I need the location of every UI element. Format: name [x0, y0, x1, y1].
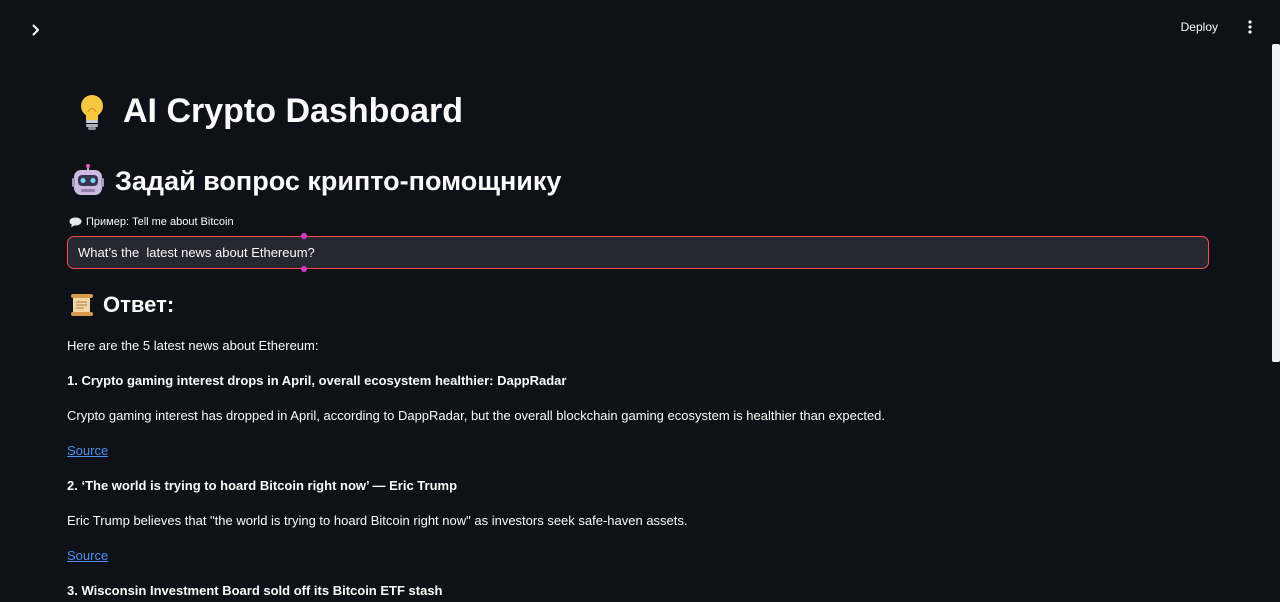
app: Deploy AI Crypto Dashboard Задай вопрос … — [0, 0, 1280, 602]
subtitle-text: Задай вопрос крипто-помощнику — [115, 165, 562, 196]
news-item-summary: Crypto gaming interest has dropped in Ap… — [67, 408, 886, 423]
page-title: AI Crypto Dashboard — [75, 92, 463, 131]
chevron-right-icon — [32, 24, 39, 36]
answer-intro: Here are the 5 latest news about Ethereu… — [67, 338, 319, 353]
query-label: Пример: Tell me about Bitcoin — [69, 216, 234, 228]
header-toolbar: Deploy — [1173, 14, 1260, 40]
query-input-container — [67, 233, 1209, 272]
text-cursor-handle-top — [301, 233, 307, 239]
question-input[interactable] — [68, 237, 1208, 268]
news-item-title: 1. Crypto gaming interest drops in April… — [67, 373, 567, 388]
sidebar-toggle-button[interactable] — [24, 18, 48, 42]
main-menu-button[interactable] — [1240, 15, 1260, 39]
scrollbar[interactable] — [1272, 44, 1280, 362]
answer-body: Here are the 5 latest news about Ethereu… — [67, 337, 1209, 602]
deploy-button[interactable]: Deploy — [1173, 14, 1226, 40]
subtitle: Задай вопрос крипто-помощнику — [71, 164, 561, 198]
answer-heading-text: Ответ: — [103, 292, 175, 317]
news-item-source-link[interactable]: Source — [67, 548, 108, 563]
news-item-source-link[interactable]: Source — [67, 443, 108, 458]
news-item-title: 3. Wisconsin Investment Board sold off i… — [67, 583, 443, 598]
robot-face-icon — [72, 164, 104, 195]
speech-bubble-icon — [69, 217, 82, 227]
scroll-icon — [71, 294, 93, 316]
page-title-text: AI Crypto Dashboard — [123, 92, 464, 130]
light-bulb-icon — [81, 94, 103, 130]
answer-heading: Ответ: — [69, 292, 174, 318]
vertical-dots-icon — [1248, 20, 1252, 34]
news-item-title: 2. ‘The world is trying to hoard Bitcoin… — [67, 478, 458, 493]
text-cursor-handle-bottom — [301, 266, 307, 272]
news-item-summary: Eric Trump believes that "the world is t… — [67, 513, 688, 528]
query-label-text: Пример: Tell me about Bitcoin — [86, 216, 234, 228]
